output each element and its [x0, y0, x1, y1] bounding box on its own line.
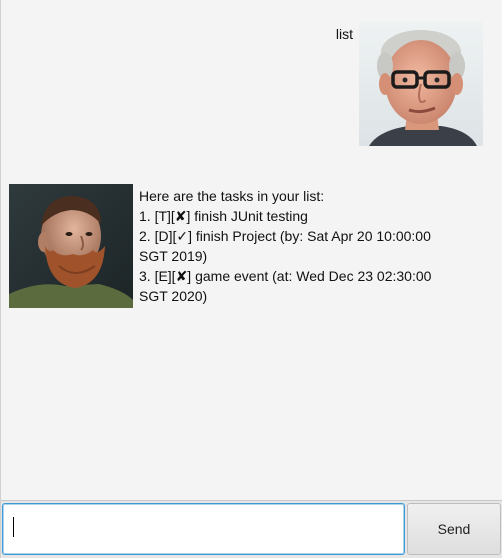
duke-avatar-icon [9, 184, 133, 308]
user-dialog-box: list [336, 22, 483, 146]
text-caret [13, 517, 14, 537]
duke-message-line: 3. [E][✘] game event (at: Wed Dec 23 02:… [139, 268, 432, 284]
send-button[interactable]: Send [407, 503, 501, 555]
user-message-text: list [335, 26, 353, 42]
user-avatar-icon [359, 22, 483, 146]
duke-dialog-box: Here are the tasks in your list: 1. [T][… [9, 184, 459, 308]
app-window: list Here are the tasks in your list: 1.… [0, 0, 502, 558]
duke-message-line: SGT 2019) [139, 248, 208, 264]
duke-message-text: Here are the tasks in your list: 1. [T][… [139, 184, 459, 306]
duke-message-line: 1. [T][✘] finish JUnit testing [139, 208, 308, 224]
duke-message-line: 2. [D][✓] finish Project (by: Sat Apr 20… [139, 228, 431, 244]
chat-scroll-pane[interactable]: list Here are the tasks in your list: 1.… [1, 0, 502, 500]
duke-message-line: SGT 2020) [139, 288, 208, 304]
input-bar: Send [1, 500, 502, 558]
duke-message-line: Here are the tasks in your list: [139, 188, 325, 204]
message-input[interactable] [2, 503, 405, 555]
